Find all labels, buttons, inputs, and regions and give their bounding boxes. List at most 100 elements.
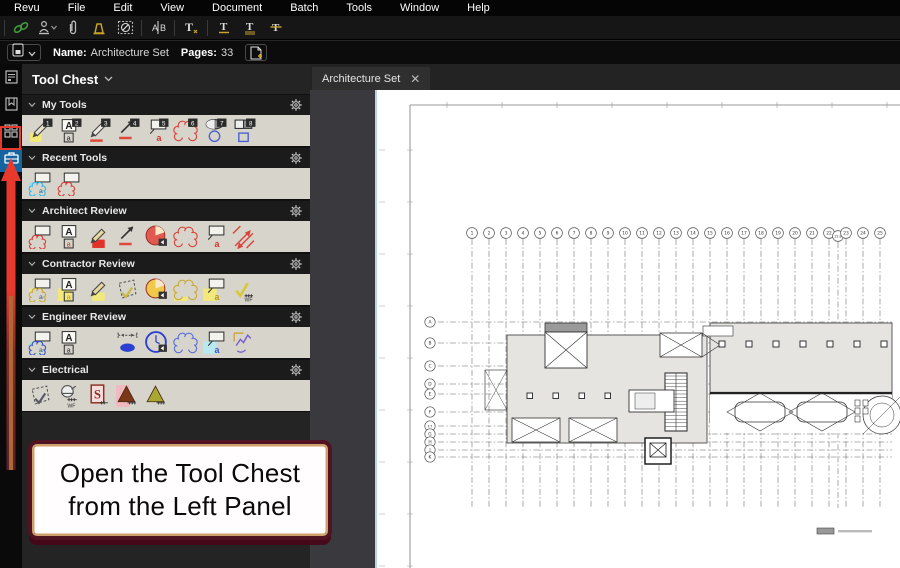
callout-text-line1: Open the Tool Chest (60, 457, 300, 490)
tool-cloud-callout-red[interactable] (57, 171, 82, 196)
menu-help[interactable]: Help (453, 0, 504, 16)
svg-text:a: a (215, 239, 220, 249)
text-underline2-icon[interactable]: T (237, 18, 263, 38)
section-header-my-tools[interactable]: My Tools (22, 94, 310, 115)
compare-ab-icon[interactable]: AB (145, 18, 171, 38)
svg-text:4: 4 (522, 231, 525, 237)
tool-paint[interactable] (86, 224, 111, 249)
tool-cloud-callout[interactable]: a (28, 330, 53, 355)
tool-cloud-callout[interactable]: a (28, 277, 53, 302)
tool-triangle-dark[interactable] (115, 383, 140, 408)
tool-s-box[interactable]: S (86, 383, 111, 408)
svg-text:a: a (215, 292, 220, 302)
pdf-page[interactable]: 1234567891011121314151617181920212222.82… (375, 90, 900, 568)
menu-revu[interactable]: Revu (0, 0, 54, 16)
chevron-down-icon (28, 261, 36, 267)
tool-triangle-olive[interactable] (144, 383, 169, 408)
tool-callout[interactable]: a (202, 224, 227, 249)
tool-text-box[interactable]: Aa2 (57, 118, 82, 143)
svg-text:a: a (39, 347, 43, 354)
tool-text[interactable]: Aa (57, 224, 82, 249)
svg-text:18: 18 (758, 231, 764, 237)
tool-callout[interactable]: a (202, 277, 227, 302)
tool-cloud[interactable] (173, 277, 198, 302)
section-header-engineer-review[interactable]: Engineer Review (22, 306, 310, 327)
close-icon[interactable]: ✕ (410, 73, 420, 85)
stamp-icon[interactable] (34, 18, 60, 38)
menu-file[interactable]: File (54, 0, 100, 16)
tool-pen[interactable] (86, 277, 111, 302)
section-label: Recent Tools (42, 152, 290, 164)
tool-callout[interactable]: a5 (144, 118, 169, 143)
flag-icon[interactable] (86, 18, 112, 38)
svg-text:6: 6 (191, 120, 195, 127)
tool-rectangle[interactable]: 8 (231, 118, 256, 143)
hyperlink-icon[interactable] (8, 18, 34, 38)
tool-area-check[interactable] (115, 277, 140, 302)
tool-cloud-callout[interactable] (28, 224, 53, 249)
tool-cloud[interactable]: 6 (173, 118, 198, 143)
tool-callout[interactable]: a (202, 330, 227, 355)
svg-text:a: a (39, 188, 43, 195)
gear-icon[interactable] (290, 205, 302, 217)
svg-text:20: 20 (792, 231, 798, 237)
tool-dimension[interactable] (231, 224, 256, 249)
menu-document[interactable]: Document (198, 0, 276, 16)
attachment-icon[interactable] (60, 18, 86, 38)
menu-view[interactable]: View (146, 0, 198, 16)
tool-arrow-underline[interactable]: 4 (115, 118, 140, 143)
menu-window[interactable]: Window (386, 0, 453, 16)
text-insert-icon[interactable]: T (178, 18, 204, 38)
panel-title[interactable]: Tool Chest (22, 64, 310, 94)
text-strikethrough-icon[interactable]: T (263, 18, 289, 38)
section-header-recent-tools[interactable]: Recent Tools (22, 147, 310, 168)
svg-text:T: T (185, 20, 193, 34)
gear-icon[interactable] (290, 99, 302, 111)
gear-icon[interactable] (290, 311, 302, 323)
section-header-contractor-review[interactable]: Contractor Review (22, 253, 310, 274)
menu-tools[interactable]: Tools (332, 0, 386, 16)
svg-text:A: A (65, 227, 72, 238)
section-header-electrical[interactable]: Electrical (22, 359, 310, 380)
section-header-architect-review[interactable]: Architect Review (22, 200, 310, 221)
menu-edit[interactable]: Edit (99, 0, 146, 16)
tool-cloud[interactable] (173, 330, 198, 355)
tool-area-check[interactable] (28, 383, 53, 408)
tool-polyline[interactable] (231, 330, 256, 355)
gear-icon[interactable] (290, 258, 302, 270)
tool-length-measure[interactable] (115, 330, 140, 355)
edit-restrict-icon[interactable] (112, 18, 138, 38)
svg-text:T: T (220, 21, 228, 33)
tool-check-wf[interactable]: WF (231, 277, 256, 302)
svg-text:3: 3 (104, 120, 108, 127)
menu-batch[interactable]: Batch (276, 0, 332, 16)
tool-highlight[interactable]: 1 (28, 118, 53, 143)
tool-text[interactable]: Aa (57, 330, 82, 355)
callout-text-line2: from the Left Panel (68, 490, 291, 523)
tool-clock-note[interactable] (144, 330, 169, 355)
toolbar: ABTTTT (0, 16, 900, 40)
document-tab-bar: Architecture Set ✕ (310, 64, 900, 90)
svg-text:11: 11 (639, 231, 645, 237)
gear-icon[interactable] (290, 152, 302, 164)
tab-architecture-set[interactable]: Architecture Set ✕ (312, 67, 430, 90)
insert-page-button[interactable] (245, 44, 267, 61)
chevron-down-icon (28, 367, 36, 373)
gear-icon[interactable] (290, 364, 302, 376)
tool-pen-underline[interactable]: 3 (86, 118, 111, 143)
sidebar-tab-file-access[interactable] (0, 67, 22, 91)
sidebar-tab-bookmarks[interactable] (0, 94, 22, 118)
tool-ellipse[interactable]: 7 (202, 118, 227, 143)
page-selector[interactable] (7, 44, 41, 61)
tab-label: Architecture Set (322, 73, 400, 85)
tool-voice-note[interactable] (144, 277, 169, 302)
text-underline-icon[interactable]: T (211, 18, 237, 38)
tool-arrow-line[interactable] (115, 224, 140, 249)
document-canvas: 1234567891011121314151617181920212222.82… (310, 90, 900, 568)
tool-calibrate[interactable] (86, 330, 111, 355)
tool-cloud[interactable] (173, 224, 198, 249)
tool-cloud-callout-cyan[interactable]: a (28, 171, 53, 196)
tool-voice-note[interactable] (144, 224, 169, 249)
tool-switch-wf[interactable]: WF (57, 383, 82, 408)
tool-text[interactable]: Aa (57, 277, 82, 302)
